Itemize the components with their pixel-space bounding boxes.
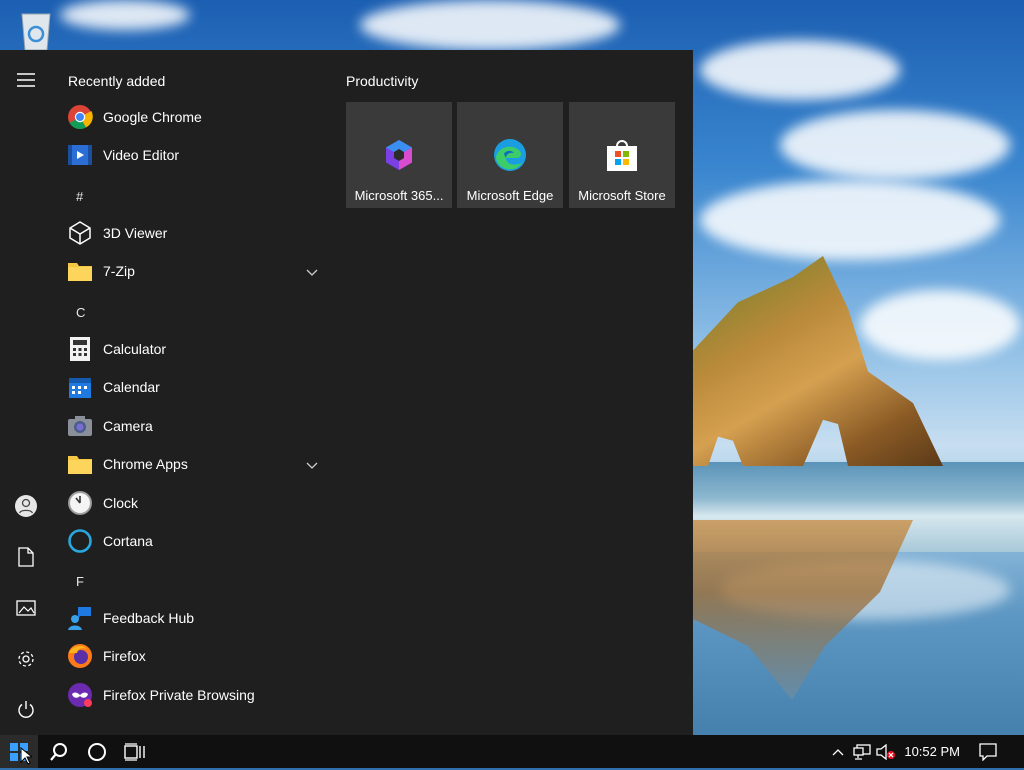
app-video-editor[interactable]: Video Editor [66,137,328,173]
letter-header[interactable]: F [76,574,84,589]
rock-arch [693,256,943,466]
taskbar: 10:52 PM [0,735,1024,768]
task-view-icon[interactable] [116,735,154,768]
app-clock[interactable]: Clock [66,485,328,521]
letter-header[interactable]: C [76,305,85,320]
cortana-icon[interactable] [78,735,116,768]
microsoft-365-icon [381,137,417,173]
start-menu-rail [0,50,52,735]
app-firefox-private-browsing[interactable]: Firefox Private Browsing [66,677,328,713]
network-icon[interactable] [850,735,874,768]
chevron-down-icon[interactable] [306,264,318,282]
settings-icon[interactable] [0,637,52,681]
windows-start-icon[interactable] [0,735,38,768]
app-list: Recently added Google Chrome Video Edito… [52,50,332,735]
app-google-chrome[interactable]: Google Chrome [66,99,328,135]
3d-viewer-icon [66,219,94,247]
calendar-icon [66,373,94,401]
recycle-bin-icon[interactable] [12,8,60,51]
firefox-private-icon [66,681,94,709]
folder-icon [66,450,94,478]
store-icon [604,137,640,173]
notifications-icon[interactable] [974,735,1002,768]
calculator-icon [66,335,94,363]
app-calendar[interactable]: Calendar [66,369,328,405]
app-camera[interactable]: Camera [66,408,328,444]
clock-time[interactable]: 10:52 PM [904,744,960,759]
tile-microsoft-365[interactable]: Microsoft 365... [346,102,452,208]
camera-icon [66,412,94,440]
folder-icon [66,257,94,285]
clock-icon [66,489,94,517]
video-editor-icon [66,141,94,169]
volume-muted-icon[interactable] [874,735,898,768]
chevron-down-icon[interactable] [306,457,318,475]
feedback-hub-icon [66,604,94,632]
firefox-icon [66,642,94,670]
app-feedback-hub[interactable]: Feedback Hub [66,600,328,636]
app-3d-viewer[interactable]: 3D Viewer [66,215,328,251]
documents-icon[interactable] [0,535,52,579]
chrome-icon [66,103,94,131]
hamburger-menu-icon[interactable] [0,58,52,102]
user-icon[interactable] [0,484,52,528]
chevron-up-icon[interactable] [826,735,850,768]
app-cortana[interactable]: Cortana [66,523,328,559]
app-calculator[interactable]: Calculator [66,331,328,367]
app-firefox[interactable]: Firefox [66,638,328,674]
power-icon[interactable] [0,688,52,732]
recently-added-title: Recently added [68,73,166,89]
search-icon[interactable] [40,735,78,768]
cortana-icon [66,527,94,555]
letter-header[interactable]: # [76,189,83,204]
start-menu: Recently added Google Chrome Video Edito… [0,50,693,735]
tile-microsoft-store[interactable]: Microsoft Store [569,102,675,208]
edge-icon [492,137,528,173]
mouse-cursor [20,746,34,770]
tile-microsoft-edge[interactable]: Microsoft Edge [457,102,563,208]
app-chrome-apps[interactable]: Chrome Apps [66,446,328,482]
tiles-group-title[interactable]: Productivity [346,73,418,89]
pictures-icon[interactable] [0,586,52,630]
app-7-zip[interactable]: 7-Zip [66,253,328,289]
